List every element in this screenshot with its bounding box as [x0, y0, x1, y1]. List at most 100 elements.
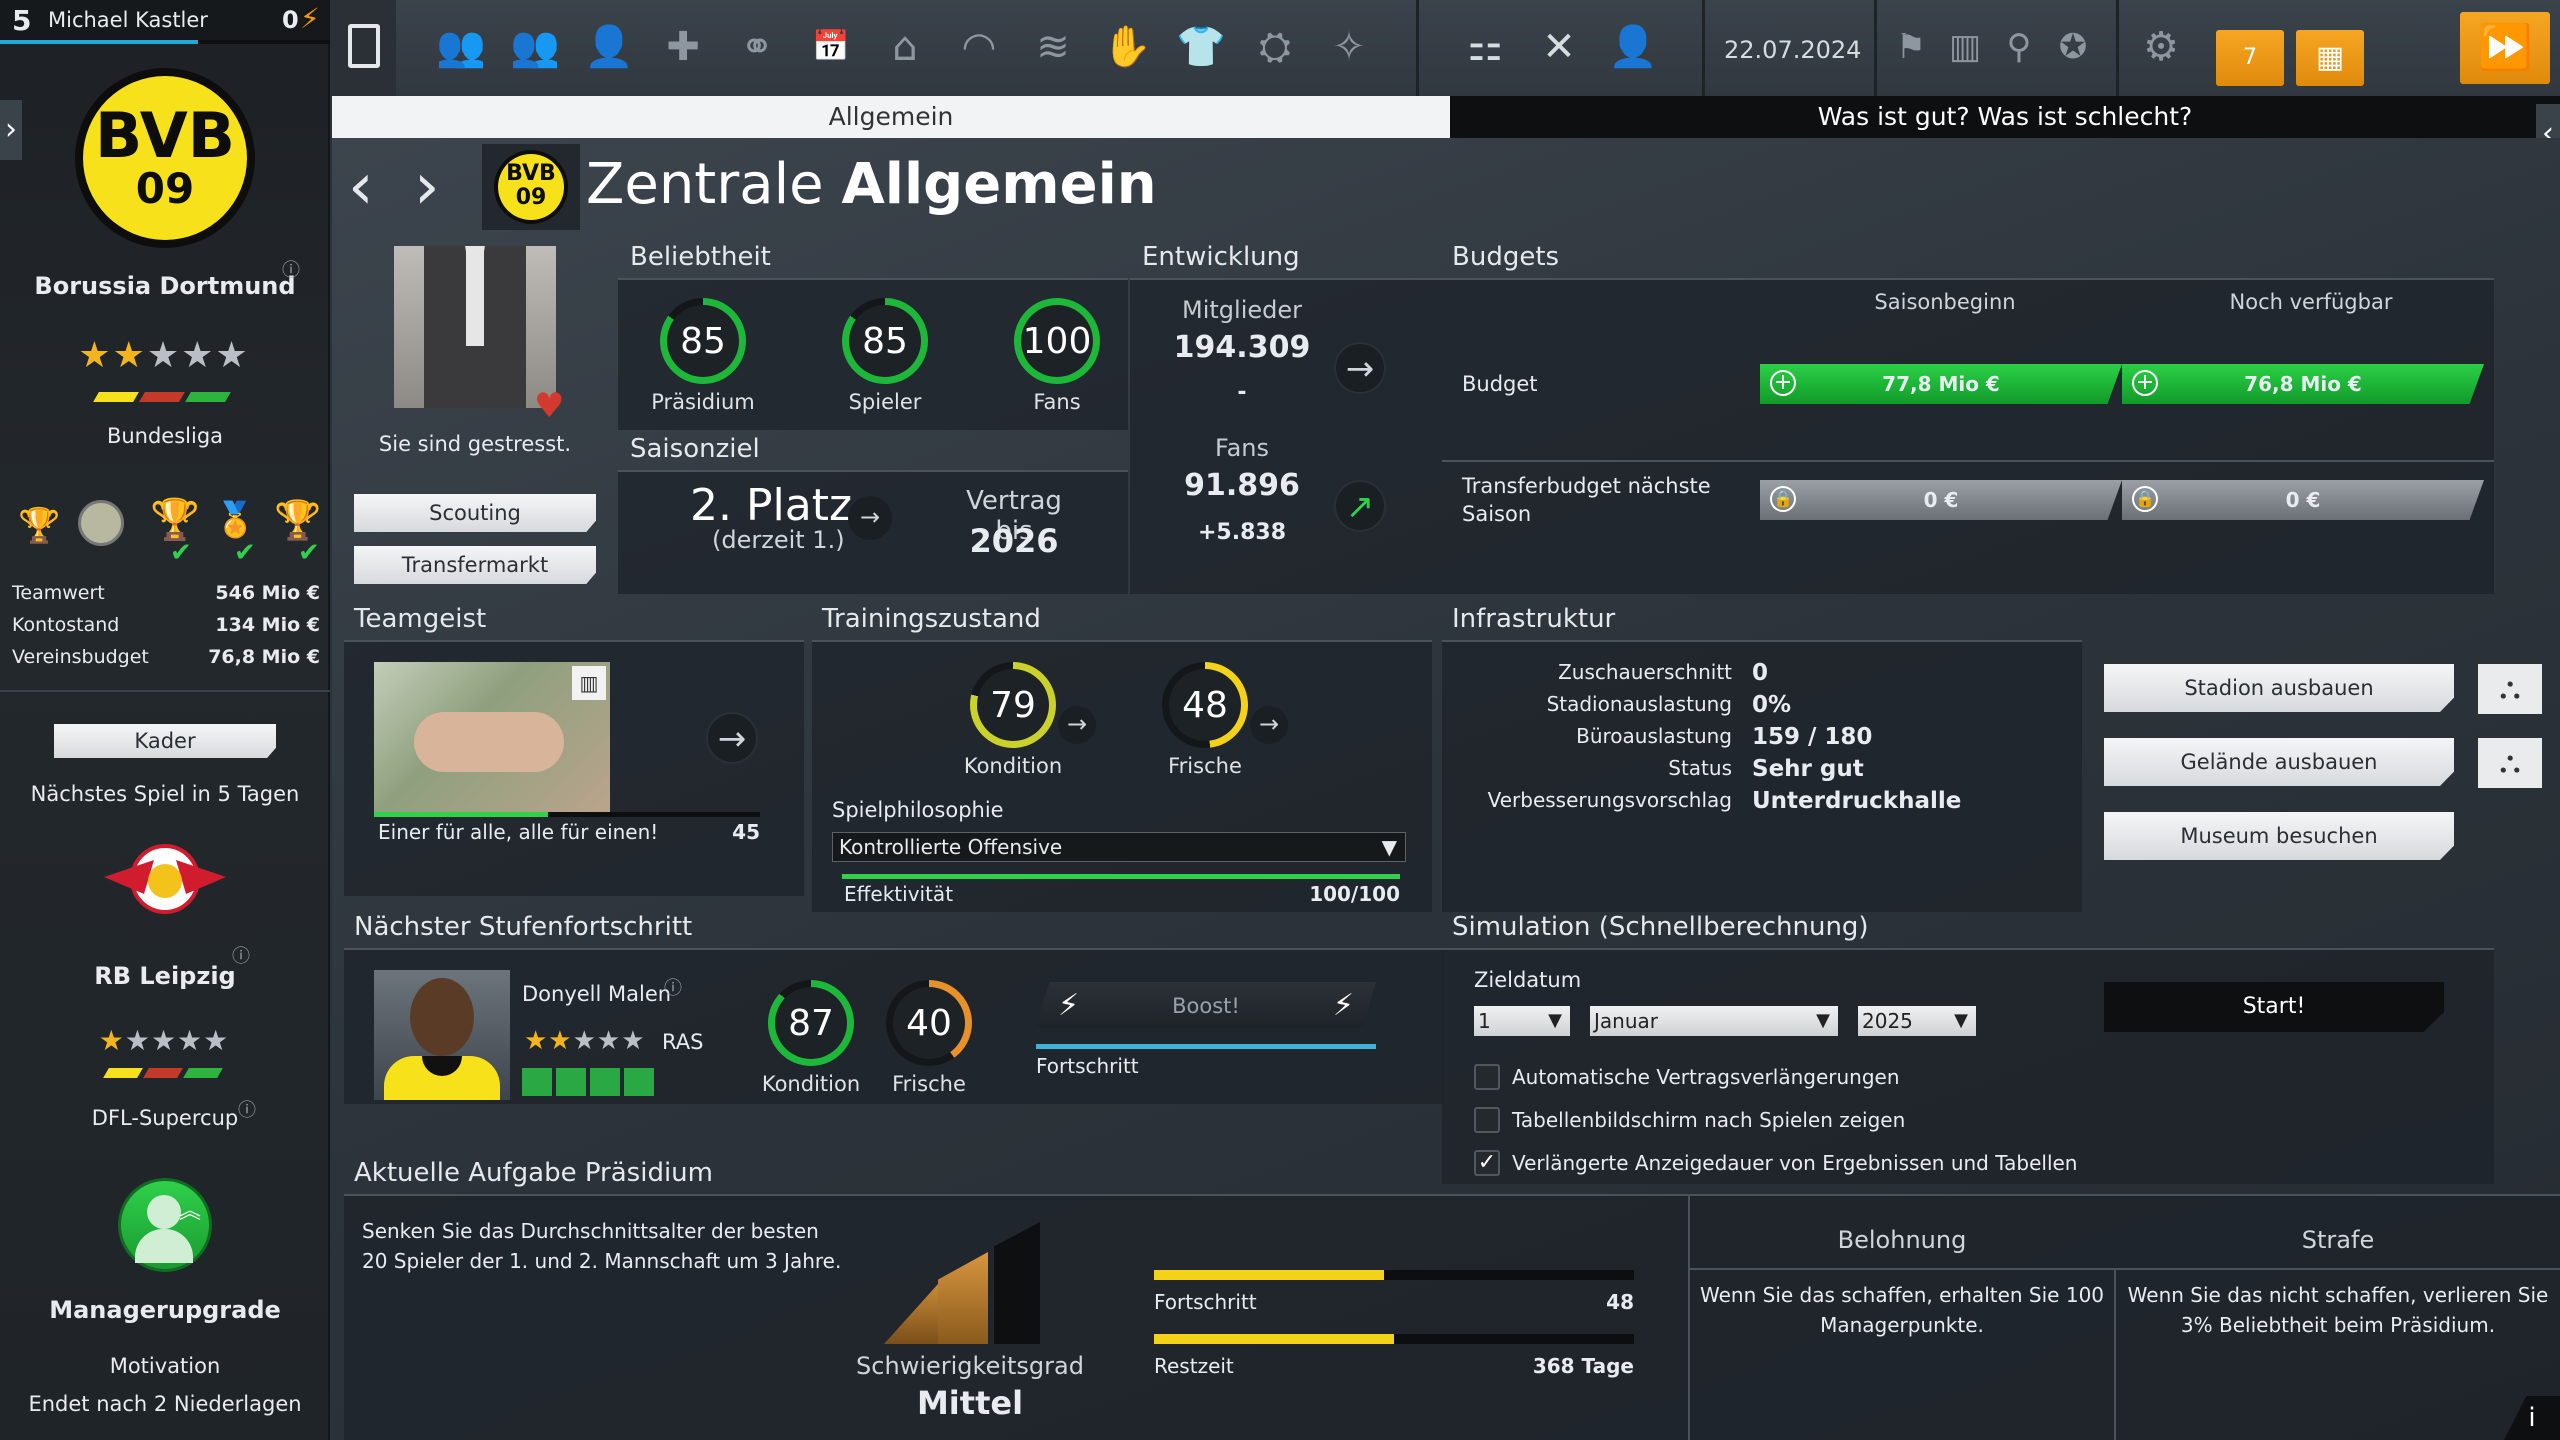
- task-text: Senken Sie das Durchschnittsalter der be…: [362, 1219, 842, 1273]
- award-icon[interactable]: ✪: [2048, 22, 2098, 72]
- info-icon[interactable]: ⓘ: [664, 974, 682, 1000]
- kondition-ring[interactable]: 79: [970, 662, 1056, 748]
- opponent-logo[interactable]: [100, 836, 230, 920]
- scouting-button[interactable]: Scouting: [354, 494, 596, 532]
- player-icon[interactable]: 👤: [584, 22, 634, 72]
- popularity-1-ring[interactable]: 85: [842, 298, 928, 384]
- calendar-month-button[interactable]: ▦: [2296, 30, 2364, 86]
- manager-photo[interactable]: [394, 246, 556, 408]
- back-arrow-icon[interactable]: ‹: [348, 150, 374, 224]
- check-icon: ✔: [170, 538, 192, 568]
- binoculars-icon[interactable]: ⚭: [732, 22, 782, 72]
- museum-button[interactable]: Museum besuchen: [2104, 812, 2454, 860]
- lightning-icon: ⚡: [300, 2, 320, 35]
- silver-trophy-icon[interactable]: 🏆: [274, 498, 321, 543]
- transfer-icon[interactable]: ✋: [1102, 22, 1152, 72]
- stadium-icon[interactable]: ◠: [954, 22, 1004, 72]
- home-button[interactable]: [330, 0, 396, 96]
- stufe-progress-bar: [1036, 1044, 1376, 1049]
- infra-value: 159 / 180: [1752, 724, 1873, 750]
- month-select[interactable]: Januar ▼: [1590, 1006, 1838, 1036]
- budget-available-bar: + 76,8 Mio €: [2122, 364, 2484, 404]
- squad-icon[interactable]: 👥: [510, 22, 560, 72]
- club-name[interactable]: Borussia Dortmund: [0, 272, 330, 300]
- tactics-icon[interactable]: ✕: [1534, 22, 1584, 72]
- presentation-icon[interactable]: ⚑: [1886, 22, 1936, 72]
- year-select[interactable]: 2025 ▼: [1858, 1006, 1976, 1036]
- forward-arrow-icon[interactable]: ›: [414, 150, 440, 224]
- chart-icon[interactable]: ▥: [572, 666, 606, 700]
- stufe-frische-ring[interactable]: 40: [886, 980, 972, 1066]
- kondition-arrow-button[interactable]: →: [1058, 706, 1096, 744]
- lineup-icon[interactable]: ⚏: [1460, 22, 1510, 72]
- start-simulation-button[interactable]: Start!: [2104, 982, 2444, 1032]
- calendar-icon[interactable]: 📅: [806, 22, 856, 72]
- frische-ring[interactable]: 48: [1162, 662, 1248, 748]
- cup-trophy-icon[interactable]: 🏆: [150, 496, 200, 543]
- stufe-kondition-ring[interactable]: 87: [768, 980, 854, 1066]
- user-name[interactable]: Michael Kastler: [48, 8, 208, 32]
- sim-checkbox[interactable]: [1474, 1064, 1500, 1090]
- team-icon[interactable]: 👥: [436, 22, 486, 72]
- calendar-day-button[interactable]: 7: [2216, 30, 2284, 86]
- user-level: 5: [12, 4, 32, 37]
- season-goal-arrow-button[interactable]: →: [848, 496, 892, 540]
- chevron-down-icon: ▼: [1954, 1010, 1968, 1031]
- popularity-2-ring[interactable]: 100: [1014, 298, 1100, 384]
- search-icon[interactable]: ⚲: [1994, 22, 2044, 72]
- popularity-0-ring[interactable]: 85: [660, 298, 746, 384]
- medal-trophy-icon[interactable]: 🏅: [214, 500, 256, 540]
- info-icon[interactable]: ⓘ: [282, 256, 300, 282]
- finance-label: Kontostand: [12, 614, 120, 636]
- shirt-icon[interactable]: 👕: [1176, 22, 1226, 72]
- popularity-2-value: 100: [1022, 320, 1092, 362]
- cup-name[interactable]: DFL-Supercup: [0, 1106, 330, 1130]
- gear-icon[interactable]: ⚙: [2136, 22, 2186, 72]
- stadium-network-icon[interactable]: ⛬: [2478, 664, 2542, 714]
- youth-icon[interactable]: ✧: [1324, 22, 1374, 72]
- league-name[interactable]: Bundesliga: [0, 424, 330, 448]
- tab-good-bad[interactable]: Was ist gut? Was ist schlecht?: [1450, 96, 2560, 138]
- teamgeist-image[interactable]: ▥: [374, 662, 610, 812]
- grounds-network-icon[interactable]: ⛬: [2478, 738, 2542, 788]
- stufe-title: Nächster Stufenfortschritt: [354, 912, 693, 942]
- plate-trophy-icon[interactable]: [78, 500, 124, 546]
- stadium-upgrade-button[interactable]: Stadion ausbauen: [2104, 664, 2454, 712]
- medical-icon[interactable]: ✚: [658, 22, 708, 72]
- transfermarkt-button[interactable]: Transfermarkt: [354, 546, 596, 584]
- player-photo[interactable]: [374, 970, 510, 1100]
- trophy-icon[interactable]: 🏆: [18, 506, 60, 546]
- fans-up-arrow-icon[interactable]: ↗: [1334, 480, 1386, 532]
- manager-upgrade-icon[interactable]: ︽: [118, 1178, 212, 1272]
- cup-stripe-icon: [103, 1068, 223, 1080]
- teamgeist-arrow-icon[interactable]: →: [706, 712, 758, 764]
- opponent-name[interactable]: RB Leipzig: [0, 962, 330, 990]
- stufe-progress-label: Fortschritt: [1036, 1054, 1139, 1078]
- training-icon[interactable]: ⌂: [880, 22, 930, 72]
- sidebar-toggle-button[interactable]: ›: [0, 100, 22, 160]
- continue-button[interactable]: ⏩: [2460, 12, 2550, 84]
- philosophy-select[interactable]: Kontrollierte Offensive ▼: [832, 832, 1406, 862]
- members-arrow-icon[interactable]: →: [1334, 342, 1386, 394]
- transfer-start-bar: 🔒 0 €: [1760, 480, 2122, 520]
- boost-button[interactable]: ⚡ Boost! ⚡: [1036, 982, 1376, 1028]
- grounds-upgrade-button[interactable]: Gelände ausbauen: [2104, 738, 2454, 786]
- info-icon[interactable]: ⓘ: [238, 1096, 256, 1122]
- season-goal-value: 2. Platz: [690, 480, 853, 531]
- budget-start-value: 77,8 Mio €: [1882, 372, 2000, 396]
- kader-button[interactable]: Kader: [54, 724, 276, 758]
- statistics-icon[interactable]: ▥: [1940, 22, 1990, 72]
- staff-icon[interactable]: ⛭: [1250, 22, 1300, 72]
- coach-icon[interactable]: 👤: [1608, 22, 1658, 72]
- contract-year: 2026: [969, 522, 1059, 560]
- sim-checkbox[interactable]: [1474, 1107, 1500, 1133]
- finance-icon[interactable]: ≋: [1028, 22, 1078, 72]
- player-name[interactable]: Donyell Malen: [522, 982, 671, 1006]
- sim-checkbox-label: Tabellenbildschirm nach Spielen zeigen: [1512, 1108, 1906, 1132]
- sim-checkbox[interactable]: ✓: [1474, 1150, 1500, 1176]
- day-select[interactable]: 1 ▼: [1474, 1006, 1570, 1036]
- frische-arrow-button[interactable]: →: [1250, 706, 1288, 744]
- tab-allgemein[interactable]: Allgemein: [332, 96, 1450, 138]
- user-points: 0: [282, 6, 299, 34]
- budgets-col-available: Noch verfügbar: [2229, 290, 2393, 314]
